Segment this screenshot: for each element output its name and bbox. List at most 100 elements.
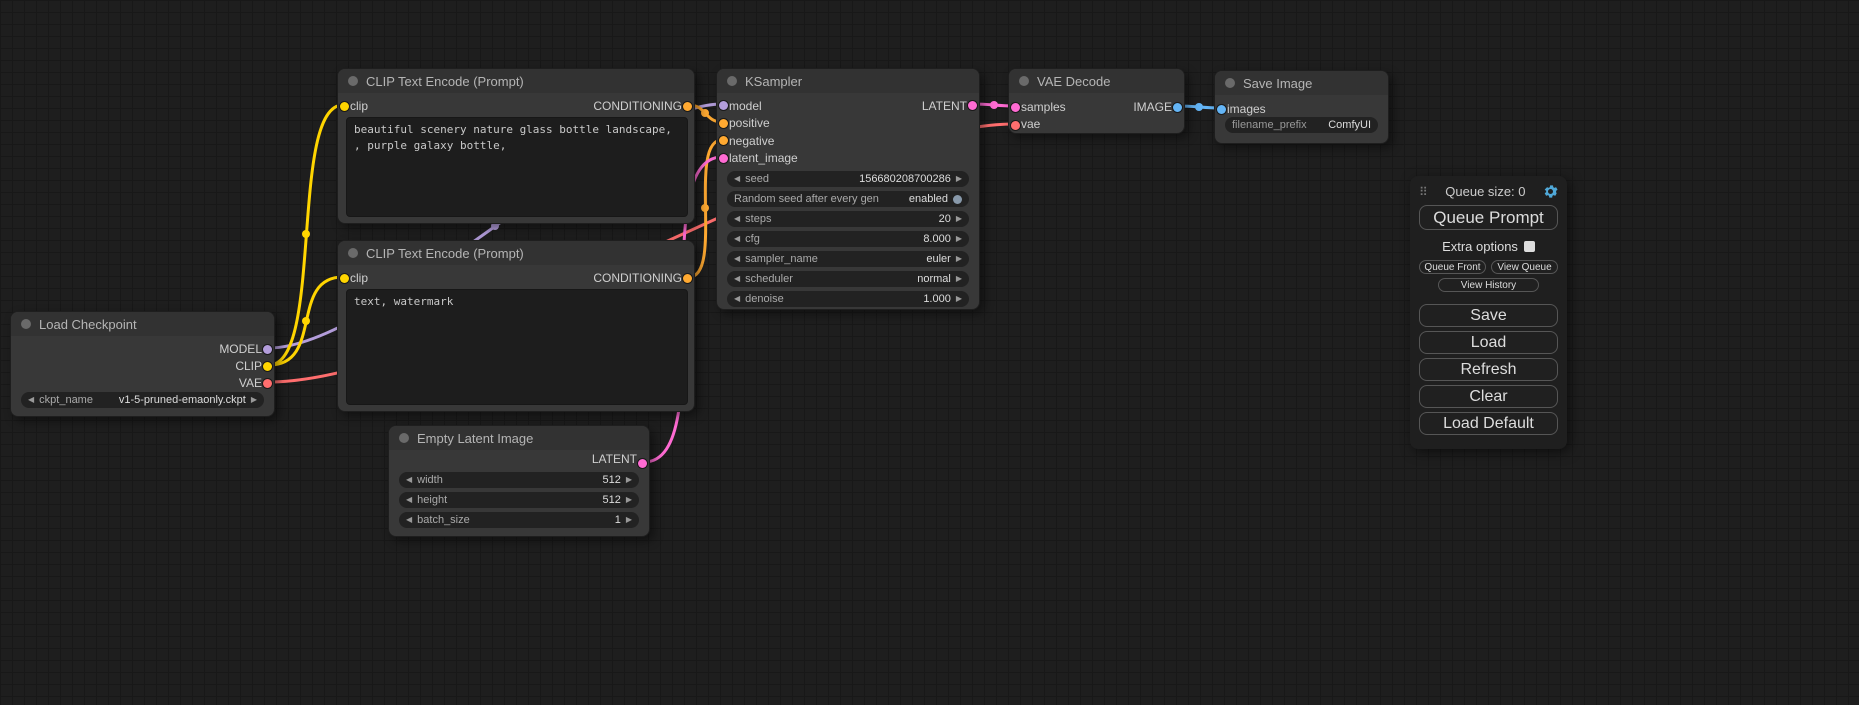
node-title-bar[interactable]: CLIP Text Encode (Prompt) (338, 69, 694, 93)
port-clip-input[interactable] (340, 274, 349, 283)
port-clip-output[interactable] (263, 362, 272, 371)
port-conditioning-output[interactable] (683, 102, 692, 111)
output-label-model: MODEL (219, 342, 262, 356)
extra-options-checkbox[interactable] (1524, 241, 1535, 252)
prompt-textarea[interactable]: beautiful scenery nature glass bottle la… (346, 117, 688, 217)
port-negative-input[interactable] (719, 136, 728, 145)
save-button[interactable]: Save (1419, 304, 1558, 327)
node-title: Empty Latent Image (417, 431, 533, 446)
node-title-bar[interactable]: VAE Decode (1009, 69, 1184, 93)
increment-arrow-icon[interactable]: ▶ (626, 516, 632, 524)
input-label-negative: negative (729, 134, 774, 148)
prompt-textarea[interactable]: text, watermark (346, 289, 688, 405)
port-latent-output[interactable] (968, 101, 977, 110)
decrement-arrow-icon[interactable]: ◀ (406, 476, 412, 484)
increment-arrow-icon[interactable]: ▶ (956, 235, 962, 243)
node-title-bar[interactable]: Save Image (1215, 71, 1388, 95)
view-queue-button[interactable]: View Queue (1491, 260, 1558, 274)
decrement-arrow-icon[interactable]: ◀ (406, 516, 412, 524)
widget-steps[interactable]: ◀ steps 20 ▶ (727, 211, 969, 227)
increment-arrow-icon[interactable]: ▶ (956, 295, 962, 303)
widget-width[interactable]: ◀ width 512 ▶ (399, 472, 639, 488)
load-default-button[interactable]: Load Default (1419, 412, 1558, 435)
settings-gear-icon[interactable] (1543, 184, 1558, 199)
node-load-checkpoint[interactable]: Load Checkpoint MODEL CLIP VAE ◀ ckpt_na… (10, 311, 275, 417)
toggle-on-dot[interactable] (953, 195, 962, 204)
increment-arrow-icon[interactable]: ▶ (956, 175, 962, 183)
node-collapse-dot[interactable] (1225, 78, 1235, 88)
input-label-images: images (1227, 102, 1266, 116)
widget-value: 1.000 (923, 293, 951, 305)
decrement-arrow-icon[interactable]: ◀ (734, 235, 740, 243)
widget-scheduler[interactable]: ◀ scheduler normal ▶ (727, 271, 969, 287)
port-latent-image-input[interactable] (719, 154, 728, 163)
port-vae-input[interactable] (1011, 121, 1020, 130)
node-title-bar[interactable]: Empty Latent Image (389, 426, 649, 450)
increment-arrow-icon[interactable]: ▶ (626, 496, 632, 504)
widget-batch-size[interactable]: ◀ batch_size 1 ▶ (399, 512, 639, 528)
port-positive-input[interactable] (719, 119, 728, 128)
node-title-bar[interactable]: CLIP Text Encode (Prompt) (338, 241, 694, 265)
queue-prompt-button[interactable]: Queue Prompt (1419, 205, 1558, 230)
increment-arrow-icon[interactable]: ▶ (956, 255, 962, 263)
widget-label: Random seed after every gen (734, 193, 879, 205)
node-collapse-dot[interactable] (727, 76, 737, 86)
decrement-arrow-icon[interactable]: ◀ (734, 275, 740, 283)
node-collapse-dot[interactable] (21, 319, 31, 329)
load-button[interactable]: Load (1419, 331, 1558, 354)
port-model-input[interactable] (719, 101, 728, 110)
widget-label: height (417, 494, 447, 506)
widget-denoise[interactable]: ◀ denoise 1.000 ▶ (727, 291, 969, 307)
decrement-arrow-icon[interactable]: ◀ (734, 215, 740, 223)
widget-label: batch_size (417, 514, 470, 526)
node-collapse-dot[interactable] (1019, 76, 1029, 86)
decrement-arrow-icon[interactable]: ◀ (734, 175, 740, 183)
node-vae-decode[interactable]: VAE Decode samples IMAGE vae (1008, 68, 1185, 134)
increment-arrow-icon[interactable]: ▶ (626, 476, 632, 484)
widget-cfg[interactable]: ◀ cfg 8.000 ▶ (727, 231, 969, 247)
view-history-button[interactable]: View History (1438, 278, 1538, 292)
port-latent-output[interactable] (638, 459, 647, 468)
node-ksampler[interactable]: KSampler model LATENT positive negative … (716, 68, 980, 310)
port-conditioning-output[interactable] (683, 274, 692, 283)
widget-sampler-name[interactable]: ◀ sampler_name euler ▶ (727, 251, 969, 267)
increment-arrow-icon[interactable]: ▶ (956, 215, 962, 223)
node-graph-canvas[interactable]: Load Checkpoint MODEL CLIP VAE ◀ ckpt_na… (0, 0, 1859, 705)
queue-front-button[interactable]: Queue Front (1419, 260, 1486, 274)
port-vae-output[interactable] (263, 379, 272, 388)
widget-ckpt-name[interactable]: ◀ ckpt_name v1-5-pruned-emaonly.ckpt ▶ (21, 392, 264, 408)
increment-arrow-icon[interactable]: ▶ (956, 275, 962, 283)
widget-filename-prefix[interactable]: filename_prefix ComfyUI (1225, 117, 1378, 133)
port-samples-input[interactable] (1011, 103, 1020, 112)
widget-random-seed-toggle[interactable]: Random seed after every gen enabled (727, 191, 969, 207)
node-collapse-dot[interactable] (348, 248, 358, 258)
node-collapse-dot[interactable] (399, 433, 409, 443)
widget-value: 20 (939, 213, 951, 225)
widget-seed[interactable]: ◀ seed 156680208700286 ▶ (727, 171, 969, 187)
node-clip-text-encode-negative[interactable]: CLIP Text Encode (Prompt) clip CONDITION… (337, 240, 695, 412)
node-title-bar[interactable]: KSampler (717, 69, 979, 93)
drag-handle-icon[interactable]: ⠿ (1419, 185, 1428, 199)
node-title: CLIP Text Encode (Prompt) (366, 74, 524, 89)
widget-label: ckpt_name (39, 394, 93, 406)
widget-height[interactable]: ◀ height 512 ▶ (399, 492, 639, 508)
port-clip-input[interactable] (340, 102, 349, 111)
extra-options-label: Extra options (1442, 239, 1518, 254)
port-model-output[interactable] (263, 345, 272, 354)
node-title-bar[interactable]: Load Checkpoint (11, 312, 274, 336)
node-clip-text-encode-positive[interactable]: CLIP Text Encode (Prompt) clip CONDITION… (337, 68, 695, 224)
increment-arrow-icon[interactable]: ▶ (251, 396, 257, 404)
clear-button[interactable]: Clear (1419, 385, 1558, 408)
decrement-arrow-icon[interactable]: ◀ (734, 295, 740, 303)
decrement-arrow-icon[interactable]: ◀ (28, 396, 34, 404)
node-collapse-dot[interactable] (348, 76, 358, 86)
node-save-image[interactable]: Save Image images filename_prefix ComfyU… (1214, 70, 1389, 144)
output-label-latent: LATENT (922, 99, 967, 113)
widget-value: ComfyUI (1328, 119, 1371, 131)
node-empty-latent-image[interactable]: Empty Latent Image LATENT ◀ width 512 ▶ … (388, 425, 650, 537)
port-image-output[interactable] (1173, 103, 1182, 112)
port-images-input[interactable] (1217, 105, 1226, 114)
refresh-button[interactable]: Refresh (1419, 358, 1558, 381)
decrement-arrow-icon[interactable]: ◀ (734, 255, 740, 263)
decrement-arrow-icon[interactable]: ◀ (406, 496, 412, 504)
